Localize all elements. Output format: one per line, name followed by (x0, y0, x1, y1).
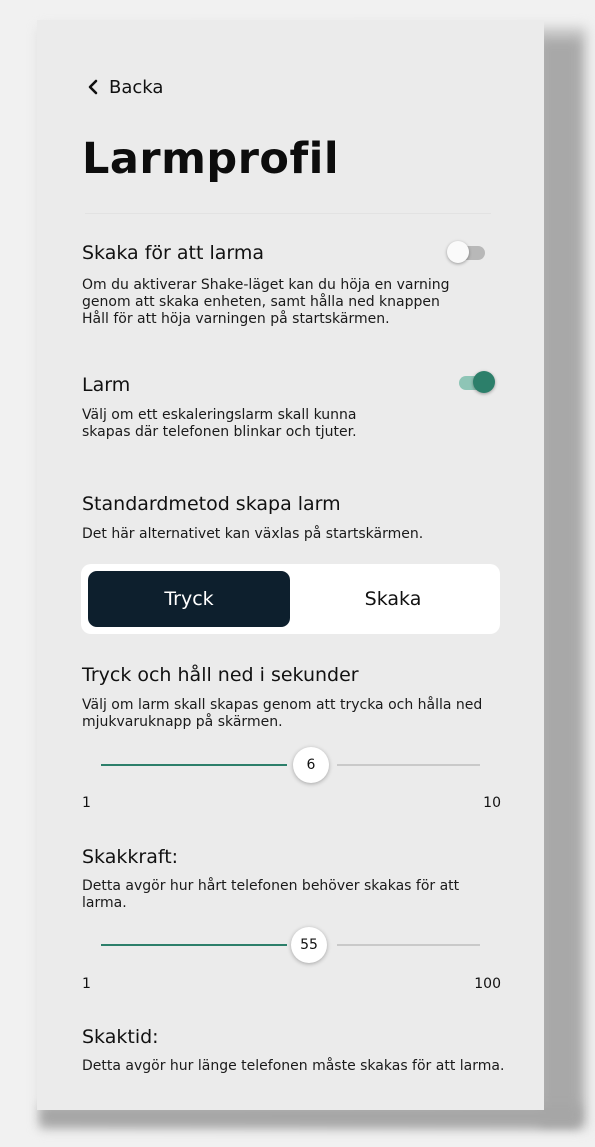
default-method-title: Standardmetod skapa larm (82, 493, 341, 515)
shake-force-max: 100 (474, 976, 501, 992)
hold-seconds-description: Välj om larm skall skapas genom att tryc… (82, 697, 483, 730)
alarm-title: Larm (82, 374, 131, 396)
hold-seconds-title: Tryck och håll ned i sekunder (82, 664, 359, 686)
header-divider (85, 213, 491, 214)
slider-track-inactive (337, 764, 480, 766)
settings-screen: Backa Larmprofil Skaka för att larma Om … (37, 20, 544, 1110)
hold-seconds-slider[interactable]: 6 (101, 747, 481, 783)
alarm-description: Välj om ett eskaleringslarm skall kunna … (82, 407, 357, 440)
toggle-thumb (447, 241, 469, 263)
slider-track-active (101, 944, 287, 946)
shake-to-alarm-description: Om du aktiverar Shake-läget kan du höja … (82, 277, 450, 327)
shake-force-min: 1 (82, 976, 91, 992)
default-method-description: Det här alternativet kan växlas på start… (82, 526, 424, 542)
shake-force-title: Skakkraft: (82, 846, 179, 868)
chevron-left-icon (85, 77, 101, 97)
slider-track-inactive (337, 944, 480, 946)
hold-seconds-min: 1 (82, 795, 91, 811)
screenshot-shadow-right (540, 40, 580, 1125)
shake-time-title: Skaktid: (82, 1026, 159, 1048)
slider-thumb[interactable]: 6 (293, 747, 329, 783)
shake-to-alarm-toggle[interactable] (447, 240, 487, 264)
method-option-tryck[interactable]: Tryck (88, 571, 290, 627)
alarm-toggle[interactable] (455, 370, 495, 394)
shake-time-description: Detta avgör hur länge telefonen måste sk… (82, 1058, 505, 1074)
method-option-skaka[interactable]: Skaka (293, 571, 493, 627)
slider-thumb[interactable]: 55 (291, 927, 327, 963)
toggle-thumb (473, 371, 495, 393)
back-button[interactable]: Backa (85, 76, 163, 98)
shake-force-slider[interactable]: 55 (101, 927, 481, 963)
shake-force-description: Detta avgör hur hårt telefonen behöver s… (82, 878, 460, 911)
slider-track-active (101, 764, 287, 766)
page-title: Larmprofil (82, 134, 340, 184)
method-segmented-control: Tryck Skaka (81, 564, 500, 634)
hold-seconds-max: 10 (483, 795, 501, 811)
back-label: Backa (109, 76, 164, 98)
shake-to-alarm-title: Skaka för att larma (82, 242, 265, 264)
